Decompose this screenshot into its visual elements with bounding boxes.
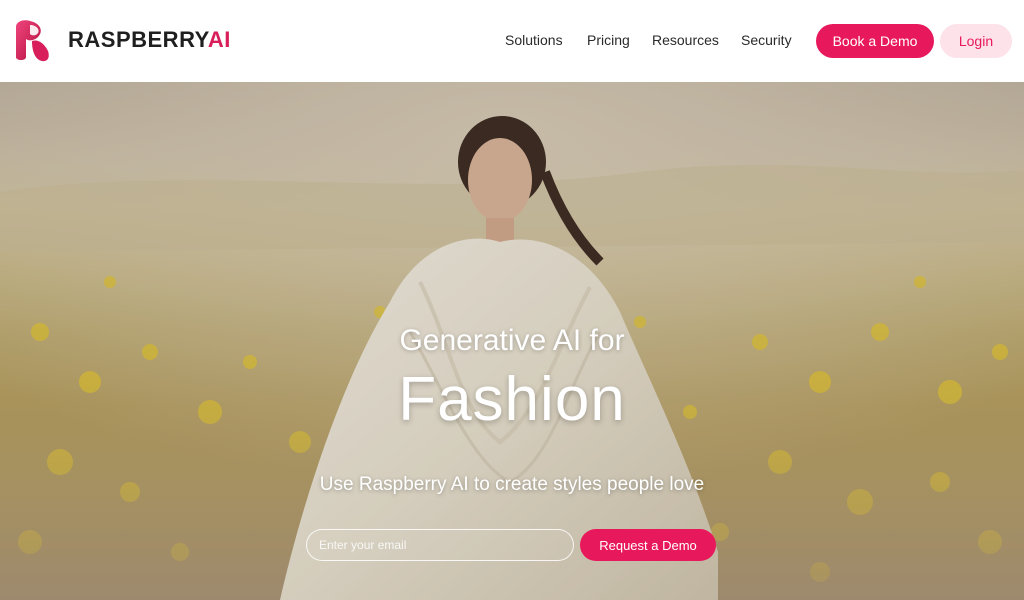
hero-subtitle: Generative AI for <box>399 324 625 357</box>
email-field[interactable] <box>306 529 574 561</box>
login-button[interactable]: Login <box>940 24 1012 58</box>
hero-title: Fashion <box>398 365 626 434</box>
site-header: RASPBERRYAI Solutions Pricing Resources … <box>0 0 1024 82</box>
brand-name: RASPBERRYAI <box>68 27 231 52</box>
hero-content: Generative AI for Fashion Use Raspberry … <box>0 82 1024 600</box>
book-demo-button[interactable]: Book a Demo <box>816 24 934 58</box>
nav-item-solutions[interactable]: Solutions <box>505 32 563 48</box>
hero-tagline: Use Raspberry AI to create styles people… <box>319 474 705 495</box>
hero-section: Generative AI for Fashion Use Raspberry … <box>0 82 1024 600</box>
nav-item-security[interactable]: Security <box>741 32 792 48</box>
nav-item-resources[interactable]: Resources <box>652 32 719 48</box>
brand-logo[interactable]: RASPBERRYAI <box>10 17 231 63</box>
request-demo-button[interactable]: Request a Demo <box>580 529 716 561</box>
nav-item-pricing[interactable]: Pricing <box>587 32 630 48</box>
raspberry-logo-icon <box>16 20 49 62</box>
